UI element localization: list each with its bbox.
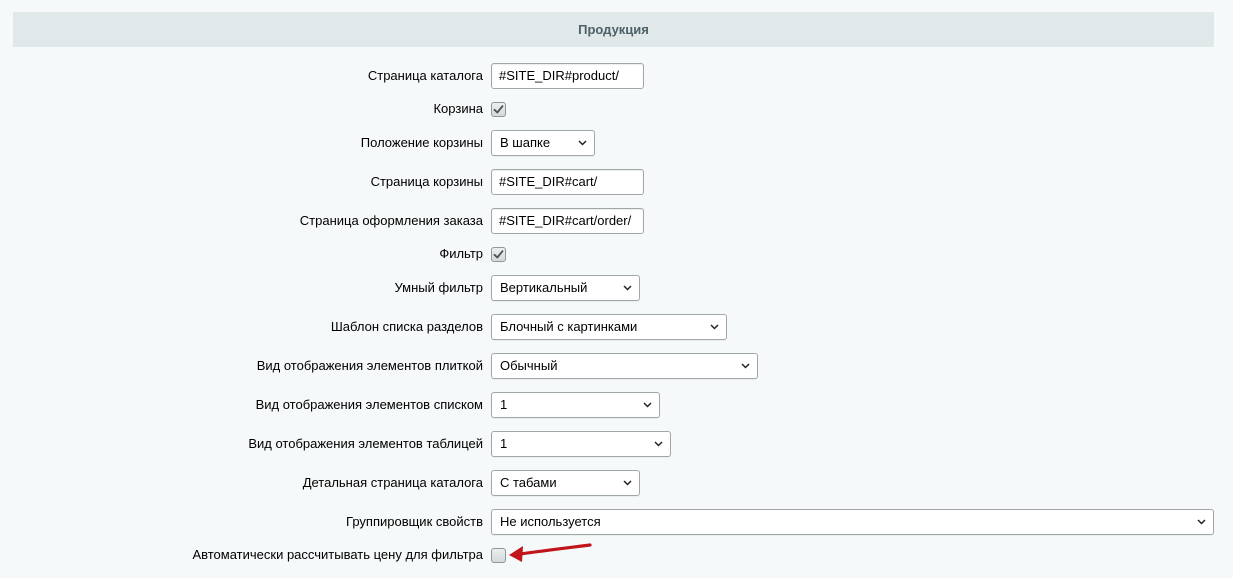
auto-price-filter-label: Автоматически рассчитывать цену для филь… — [192, 547, 483, 562]
order-page-label: Страница оформления заказа — [299, 213, 483, 228]
list-view-select[interactable]: 1 — [491, 392, 660, 418]
order-page-input[interactable]: #SITE_DIR#cart/order/ — [491, 208, 644, 234]
basket-page-label: Страница корзины — [370, 174, 483, 189]
smart-filter-value: Вертикальный — [500, 280, 588, 295]
props-grouper-label: Группировщик свойств — [346, 514, 483, 529]
field-row-detail-page: Детальная страница каталога С табами — [0, 470, 1233, 496]
filter-checkbox[interactable] — [491, 247, 506, 262]
field-row-props-grouper: Группировщик свойств Не используется — [0, 509, 1233, 535]
chevron-down-icon — [1197, 519, 1206, 525]
list-view-label: Вид отображения элементов списком — [255, 397, 483, 412]
chevron-down-icon — [578, 140, 587, 146]
check-icon — [493, 250, 504, 259]
chevron-down-icon — [710, 324, 719, 330]
auto-price-filter-checkbox[interactable] — [491, 548, 506, 563]
field-row-auto-price-filter: Автоматически рассчитывать цену для филь… — [0, 542, 1233, 568]
field-row-tile-view: Вид отображения элементов плиткой Обычны… — [0, 353, 1233, 379]
field-row-basket-position: Положение корзины В шапке — [0, 130, 1233, 156]
basket-position-label: Положение корзины — [360, 135, 483, 150]
detail-page-label: Детальная страница каталога — [302, 475, 483, 490]
basket-label: Корзина — [433, 101, 483, 116]
basket-position-select[interactable]: В шапке — [491, 130, 595, 156]
detail-page-select[interactable]: С табами — [491, 470, 640, 496]
red-arrow-icon — [509, 543, 592, 562]
tile-view-value: Обычный — [500, 358, 558, 373]
props-grouper-select[interactable]: Не используется — [491, 509, 1214, 535]
list-view-value: 1 — [500, 397, 508, 412]
detail-page-value: С табами — [500, 475, 557, 490]
catalog-page-input[interactable]: #SITE_DIR#product/ — [491, 63, 644, 89]
chevron-down-icon — [623, 285, 632, 291]
chevron-down-icon — [654, 441, 663, 447]
field-row-basket: Корзина — [0, 96, 1233, 122]
sections-template-select[interactable]: Блочный с картинками — [491, 314, 727, 340]
sections-template-value: Блочный с картинками — [500, 319, 638, 334]
field-row-smart-filter: Умный фильтр Вертикальный — [0, 275, 1233, 301]
field-row-filter: Фильтр — [0, 241, 1233, 267]
filter-label: Фильтр — [439, 246, 483, 261]
field-row-table-view: Вид отображения элементов таблицей 1 — [0, 431, 1233, 457]
basket-page-input[interactable]: #SITE_DIR#cart/ — [491, 169, 644, 195]
props-grouper-value: Не используется — [500, 514, 601, 529]
chevron-down-icon — [741, 363, 750, 369]
section-title: Продукция — [578, 22, 649, 37]
field-row-order-page: Страница оформления заказа #SITE_DIR#car… — [0, 208, 1233, 234]
smart-filter-label: Умный фильтр — [394, 280, 484, 295]
table-view-value: 1 — [500, 436, 508, 451]
chevron-down-icon — [623, 480, 632, 486]
sections-template-label: Шаблон списка разделов — [330, 319, 483, 334]
catalog-page-label: Страница каталога — [367, 68, 483, 83]
basket-position-value: В шапке — [500, 135, 551, 150]
section-header: Продукция — [13, 12, 1214, 47]
chevron-down-icon — [643, 402, 652, 408]
check-icon — [493, 105, 504, 114]
tile-view-label: Вид отображения элементов плиткой — [256, 358, 483, 373]
field-row-basket-page: Страница корзины #SITE_DIR#cart/ — [0, 169, 1233, 195]
basket-checkbox[interactable] — [491, 102, 506, 117]
field-row-list-view: Вид отображения элементов списком 1 — [0, 392, 1233, 418]
field-row-sections-template: Шаблон списка разделов Блочный с картинк… — [0, 314, 1233, 340]
table-view-label: Вид отображения элементов таблицей — [248, 436, 483, 451]
tile-view-select[interactable]: Обычный — [491, 353, 758, 379]
table-view-select[interactable]: 1 — [491, 431, 671, 457]
field-row-catalog-page: Страница каталога #SITE_DIR#product/ — [0, 63, 1233, 89]
smart-filter-select[interactable]: Вертикальный — [491, 275, 640, 301]
